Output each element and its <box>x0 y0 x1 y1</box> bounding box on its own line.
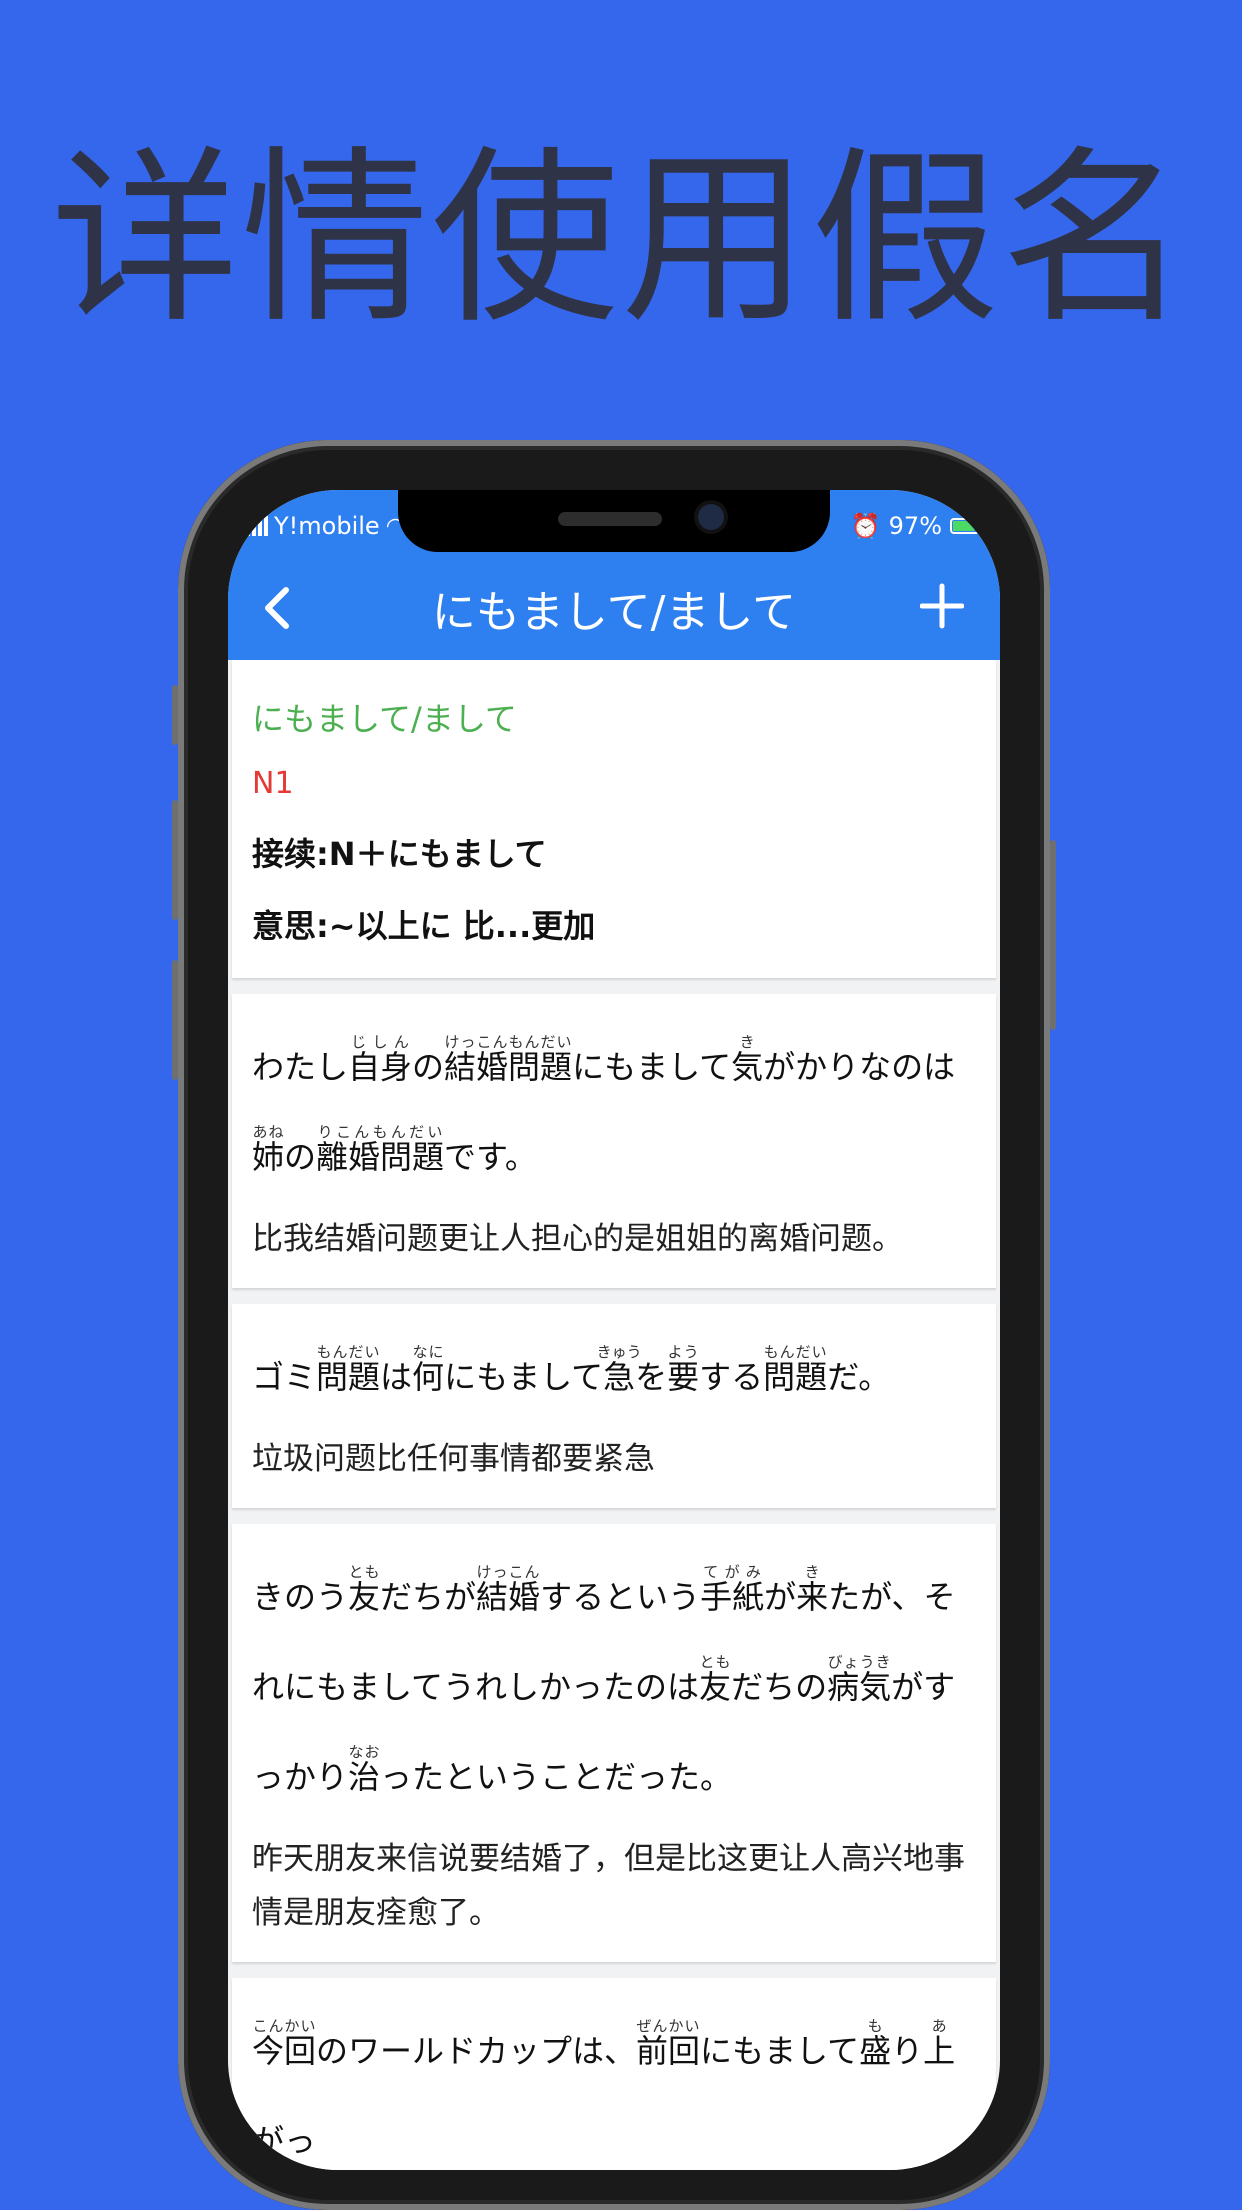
chevron-left-icon <box>265 587 289 629</box>
front-camera <box>698 504 724 530</box>
plus-icon <box>919 583 965 629</box>
example-translation: 垃圾问题比任何事情都要紧急 <box>252 1441 655 1477</box>
volume-up-button <box>172 800 178 920</box>
grammar-card: にもまして/まして N1 接续:N＋にもまして 意思:~以上に 比...更加 <box>232 660 996 978</box>
mute-switch <box>172 685 178 745</box>
add-button[interactable] <box>912 576 972 636</box>
grammar-connection: 接续:N＋にもまして <box>252 835 547 873</box>
content-scroll[interactable]: にもまして/まして N1 接续:N＋にもまして 意思:~以上に 比...更加 わ… <box>228 660 1000 2170</box>
example-card[interactable]: きのう友ともだちが結婚けっこんするという手紙てがみが来きたが、それにもましてうれ… <box>232 1524 996 1962</box>
level-badge: N1 <box>252 766 294 801</box>
volume-down-button <box>172 960 178 1080</box>
example-japanese: ゴミ問題もんだいは何なににもまして急きゅうを要ようする問題もんだいだ。 <box>252 1343 891 1396</box>
grammar-title: にもまして/まして <box>252 700 517 738</box>
phone-frame: Y!mobile ◠ ⏰ 97% にもまして/まして にもまして/まして N1 … <box>172 440 1056 2210</box>
battery-percent: 97% <box>888 512 942 540</box>
power-button <box>1050 840 1056 1030</box>
page-title: にもまして/まして <box>431 587 797 638</box>
example-card[interactable]: わたし自身じしんの結婚問題けっこんもんだいにもまして気きがかりなのは姉あねの離婚… <box>232 994 996 1288</box>
example-translation: 昨天朋友来信说要结婚了，但是比这更让人高兴地事情是朋友痊愈了。 <box>252 1841 965 1931</box>
grammar-meaning: 意思:~以上に 比...更加 <box>252 907 596 945</box>
signal-icon <box>246 516 268 536</box>
example-japanese: わたし自身じしんの結婚問題けっこんもんだいにもまして気きがかりなのは姉あねの離婚… <box>252 1033 956 1176</box>
example-japanese: きのう友ともだちが結婚けっこんするという手紙てがみが来きたが、それにもましてうれ… <box>252 1563 956 1796</box>
battery-icon <box>950 518 983 534</box>
example-card[interactable]: ゴミ問題もんだいは何なににもまして急きゅうを要ようする問題もんだいだ。垃圾问题比… <box>232 1304 996 1508</box>
nav-bar: にもまして/まして <box>228 560 1000 660</box>
carrier-label: Y!mobile <box>274 512 380 540</box>
notch <box>398 490 830 552</box>
example-card[interactable]: 今回こんかいのワールドカップは、前回ぜんかいにもまして盛もり上あがっ <box>232 1978 996 2170</box>
speaker <box>558 512 662 526</box>
promo-headline: 详情使用假名 <box>51 130 1191 349</box>
back-button[interactable] <box>256 580 316 640</box>
alarm-icon: ⏰ <box>850 512 881 540</box>
phone-screen: Y!mobile ◠ ⏰ 97% にもまして/まして にもまして/まして N1 … <box>228 490 1000 2170</box>
example-japanese: 今回こんかいのワールドカップは、前回ぜんかいにもまして盛もり上あがっ <box>252 2017 956 2160</box>
example-translation: 比我结婚问题更让人担心的是姐姐的离婚问题。 <box>252 1221 903 1257</box>
